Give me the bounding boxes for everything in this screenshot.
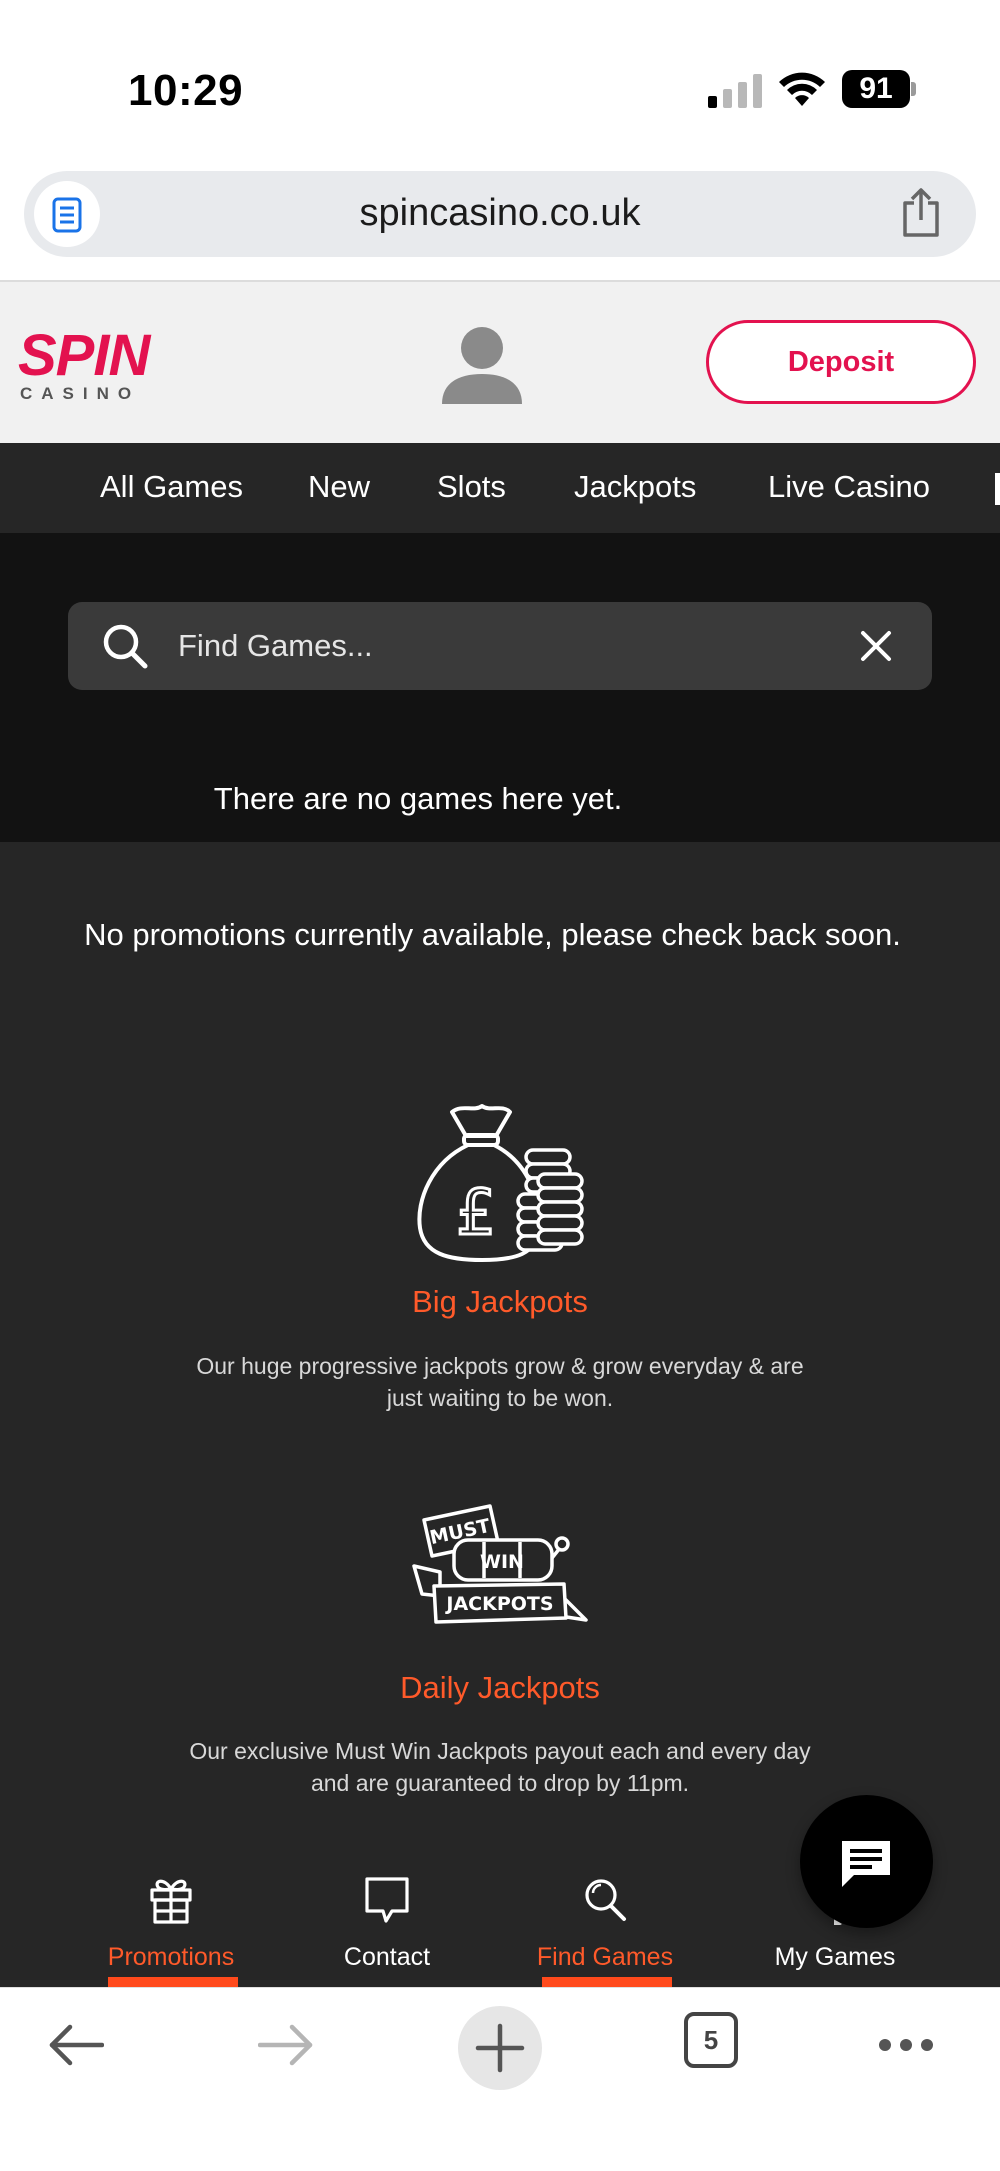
close-icon[interactable] (860, 630, 892, 662)
browser-toolbar: 5 (0, 1987, 1000, 2171)
chat-icon (842, 1841, 890, 1887)
search-input[interactable] (178, 602, 878, 690)
badge-jackpots: JACKPOTS (444, 1593, 553, 1615)
feature-desc-daily-jackpots: Our exclusive Must Win Jackpots payout e… (189, 1738, 811, 1796)
feature-title-daily-jackpots: Daily Jackpots (400, 1670, 600, 1705)
category-live-casino[interactable]: Live Casino (768, 469, 930, 505)
active-indicator (108, 1977, 238, 1987)
battery-nub (911, 82, 916, 96)
more-icon[interactable] (878, 2038, 934, 2052)
gift-icon (150, 1879, 192, 1924)
svg-text:£: £ (456, 1176, 495, 1249)
account-icon[interactable] (440, 324, 524, 404)
cellular-signal-icon (708, 74, 762, 108)
nav-label-my-games: My Games (774, 1943, 896, 1971)
new-tab-button[interactable] (458, 2006, 542, 2090)
battery-level: 91 (842, 70, 910, 108)
status-time: 10:29 (128, 66, 244, 115)
nav-label-promotions: Promotions (107, 1943, 235, 1971)
nav-contact[interactable]: Contact (302, 1855, 472, 1987)
nav-label-find-games: Find Games (536, 1943, 674, 1971)
chat-bubble-icon (365, 1877, 409, 1923)
deposit-button[interactable]: Deposit (706, 320, 976, 404)
address-bar[interactable]: spincasino.co.uk (24, 171, 976, 257)
status-bar: 10:29 91 (0, 0, 1000, 165)
nav-find-games[interactable]: Find Games (520, 1855, 690, 1987)
share-icon[interactable] (898, 187, 944, 239)
wifi-icon (779, 72, 825, 106)
logo-wordmark: SPIN (18, 323, 150, 388)
feature-title-big-jackpots: Big Jackpots (412, 1284, 588, 1319)
plus-icon (475, 2023, 525, 2073)
search-icon (103, 624, 148, 669)
no-promotions-message: No promotions currently available, pleas… (84, 917, 901, 952)
tab-switcher-button[interactable]: 5 (684, 2012, 738, 2068)
badge-win: WIN (480, 1551, 524, 1573)
category-overflow-hint (995, 473, 1000, 505)
nav-label-contact: Contact (343, 1943, 431, 1971)
spin-casino-logo[interactable]: SPIN CASINO (18, 322, 150, 412)
category-nav: All Games New Slots Jackpots Live Casino (0, 443, 1000, 533)
category-all-games[interactable]: All Games (100, 469, 243, 505)
live-chat-button[interactable] (800, 1795, 933, 1928)
category-jackpots[interactable]: Jackpots (574, 469, 696, 505)
search-box[interactable] (68, 602, 932, 690)
forward-icon[interactable] (258, 2024, 314, 2066)
nav-promotions[interactable]: Promotions (86, 1855, 256, 1987)
must-win-jackpots-icon: MUST WIN JACKPOTS (412, 1504, 588, 1624)
search-icon (585, 1879, 626, 1921)
feature-desc-big-jackpots: Our huge progressive jackpots grow & gro… (196, 1353, 804, 1411)
money-bag-icon: £ (417, 1104, 584, 1262)
battery-indicator: 91 (842, 70, 916, 108)
category-new[interactable]: New (308, 469, 370, 505)
logo-subtitle: CASINO (20, 384, 141, 403)
back-icon[interactable] (48, 2024, 104, 2066)
site-header: SPIN CASINO Deposit (0, 282, 1000, 443)
url-text[interactable]: spincasino.co.uk (24, 192, 976, 235)
active-indicator (542, 1977, 672, 1987)
search-section: There are no games here yet. (0, 533, 1000, 842)
category-slots[interactable]: Slots (437, 469, 506, 505)
no-games-message: There are no games here yet. (213, 781, 623, 816)
